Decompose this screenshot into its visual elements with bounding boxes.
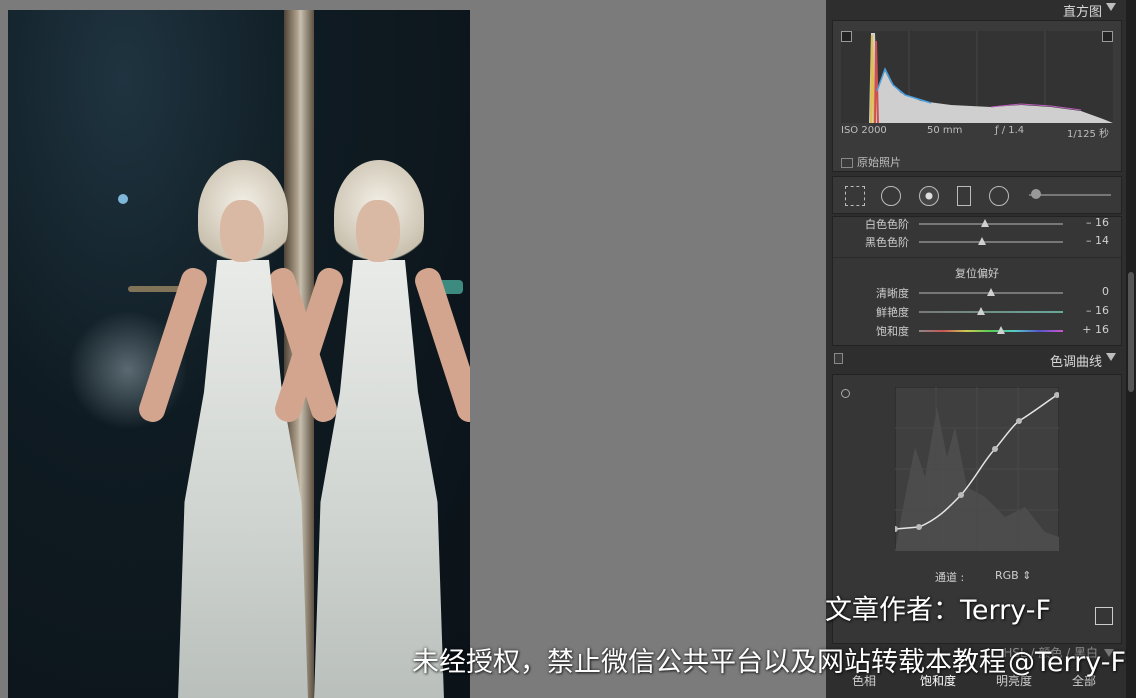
whites-slider-knob[interactable] — [981, 219, 990, 227]
saturation-slider-knob[interactable] — [997, 326, 1006, 334]
highlight-clip-icon[interactable] — [1102, 31, 1113, 42]
saturation-label: 饱和度 — [876, 325, 909, 338]
blacks-label: 黑色色阶 — [865, 236, 909, 249]
original-photo-label: 原始照片 — [857, 156, 901, 169]
blacks-slider-track[interactable] — [919, 241, 1063, 243]
presence-title[interactable]: 复位偏好 — [833, 265, 1121, 281]
scrollbar-thumb[interactable] — [1128, 272, 1134, 392]
vibrance-slider-track[interactable] — [919, 311, 1063, 313]
brush-slider[interactable] — [1029, 194, 1111, 196]
histogram-title: 直方图 — [1062, 5, 1102, 20]
clarity-label: 清晰度 — [876, 287, 909, 300]
watermark-copyright: 未经授权，禁止微信公共平台以及网站转载本教程@Terry-F — [412, 640, 1126, 679]
saturation-slider-track[interactable] — [919, 330, 1063, 332]
checkbox-icon — [841, 158, 853, 168]
radial-filter-icon[interactable] — [989, 186, 1009, 206]
exif-aperture: ƒ / 1.4 — [995, 125, 1025, 136]
whites-label: 白色色阶 — [865, 218, 909, 231]
exif-shutter: 1/125 秒 — [1067, 129, 1109, 140]
portrait-photo[interactable] — [8, 10, 470, 698]
photo-canvas — [0, 0, 826, 698]
tone-curve-title: 色调曲线 — [1049, 355, 1102, 370]
shadow-clip-icon[interactable] — [841, 31, 852, 42]
original-photo-toggle[interactable]: 原始照片 — [841, 154, 901, 170]
red-eye-icon[interactable] — [919, 186, 939, 206]
watermark-handle: @Terry-F — [1008, 647, 1127, 678]
collapse-triangle-icon[interactable] — [1106, 353, 1116, 361]
brush-slider-knob[interactable] — [1031, 189, 1041, 199]
spot-removal-icon[interactable] — [881, 186, 901, 206]
graduated-filter-icon[interactable] — [957, 186, 971, 206]
histogram-panel: ISO 2000 50 mm ƒ / 1.4 1/125 秒 原始照片 — [832, 20, 1122, 172]
channel-select[interactable]: RGB ⇕ — [995, 569, 1031, 582]
clarity-value[interactable]: 0 — [1102, 285, 1109, 298]
channel-label: 通道 : — [935, 571, 965, 584]
target-adjust-icon[interactable] — [841, 389, 850, 398]
tone-curve-graph[interactable] — [895, 387, 1059, 551]
tone-curve-header[interactable]: 色调曲线 — [832, 350, 1120, 370]
model-figure-right — [271, 160, 470, 698]
watermark-copyright-text: 未经授权，禁止微信公共平台以及网站转载本教程 — [412, 647, 1006, 678]
blacks-slider-knob[interactable] — [978, 237, 987, 245]
whites-row[interactable]: 白色色阶 – 16 — [833, 215, 1121, 233]
panel-scrollbar[interactable] — [1126, 0, 1136, 698]
section-divider — [833, 257, 1121, 258]
histogram-header[interactable]: 直方图 — [832, 0, 1120, 20]
exif-iso: ISO 2000 — [841, 125, 887, 136]
blacks-row[interactable]: 黑色色阶 – 14 — [833, 233, 1121, 251]
collapse-triangle-icon[interactable] — [1106, 3, 1116, 11]
tool-strip — [832, 176, 1122, 214]
clarity-slider-knob[interactable] — [987, 288, 995, 296]
whites-value[interactable]: – 16 — [1086, 216, 1109, 229]
whites-slider-track[interactable] — [919, 223, 1063, 225]
vibrance-value[interactable]: – 16 — [1086, 304, 1109, 317]
basic-panel: 白色色阶 – 16 黑色色阶 – 14 复位偏好 清晰度 0 鲜艳度 – 16 … — [832, 216, 1122, 346]
vibrance-slider-knob[interactable] — [976, 307, 985, 315]
histogram-graph — [841, 31, 1113, 123]
blacks-value[interactable]: – 14 — [1086, 234, 1109, 247]
panel-toggle-icon[interactable] — [834, 353, 843, 364]
clarity-row[interactable]: 清晰度 0 — [833, 284, 1121, 302]
point-curve-icon[interactable] — [1095, 607, 1113, 625]
watermark-author: 文章作者：Terry-F — [825, 595, 1052, 626]
crop-tool-icon[interactable] — [845, 186, 865, 206]
exif-focal: 50 mm — [927, 125, 963, 136]
saturation-row[interactable]: 饱和度 + 16 — [833, 322, 1121, 340]
vibrance-row[interactable]: 鲜艳度 – 16 — [833, 303, 1121, 321]
saturation-value[interactable]: + 16 — [1082, 323, 1109, 336]
vibrance-label: 鲜艳度 — [876, 306, 909, 319]
